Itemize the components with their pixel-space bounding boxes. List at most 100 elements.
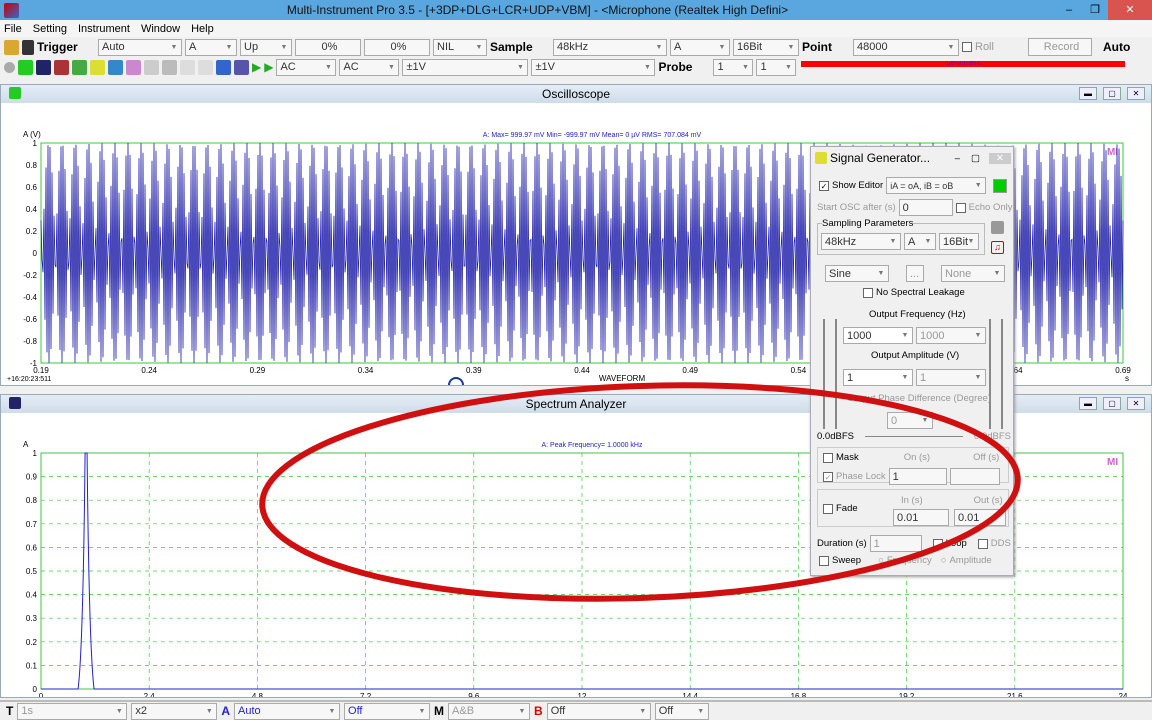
echo-only-checkbox[interactable] [955,202,966,213]
roll-checkbox[interactable] [962,42,972,52]
freq-b-select[interactable]: 1000 ▼ [916,327,986,344]
auto-button[interactable]: Auto [1103,40,1130,54]
play-loop-icon[interactable]: ▶ [264,60,273,74]
trigger-edge-select[interactable]: Up ▼ [240,38,292,56]
record-dot-icon[interactable] [4,61,15,73]
a-off-select[interactable]: Off ▼ [344,702,431,720]
amp-a-select[interactable]: 1 ▼ [843,369,913,386]
sweep-icon[interactable] [126,59,141,75]
trigger-mode-select[interactable]: Auto ▼ [98,38,182,56]
maximize-button[interactable]: ▢ [1103,397,1121,410]
fade-checkbox[interactable] [823,503,833,514]
sample-channel-select[interactable]: A ▼ [670,38,730,56]
close-button[interactable]: ✕ [1127,397,1145,410]
right-level-slider-b[interactable] [1001,319,1003,429]
mask-on-input[interactable]: 1 [888,468,947,485]
ground-a-icon[interactable] [180,59,195,75]
coupling-b-select[interactable]: AC ▼ [339,58,400,76]
menu-setting[interactable]: Setting [33,23,67,35]
bit-depth-select[interactable]: 16Bit ▼ [733,38,799,56]
probe-icon[interactable] [162,59,177,75]
minimize-button[interactable]: ▬ [1079,397,1097,410]
menu-help[interactable]: Help [191,23,214,35]
waveform-b-select[interactable]: None ▼ [941,265,1005,282]
show-editor-checkbox[interactable]: ✓ [819,180,829,191]
ground-b-icon[interactable] [198,59,213,75]
minimize-button[interactable]: – [1056,0,1082,20]
start-osc-input[interactable]: 0 [898,199,953,216]
trigger-channel-select[interactable]: A ▼ [185,38,237,56]
time-select[interactable]: 1s ▼ [17,702,128,720]
sweep-checkbox[interactable] [819,555,829,566]
amp-b-select[interactable]: 1 ▼ [916,369,986,386]
maximize-button[interactable]: ▢ [1103,87,1121,100]
menu-instrument[interactable]: Instrument [78,23,130,35]
balance-slider[interactable] [864,436,964,437]
minimize-button[interactable]: ▬ [1079,87,1097,100]
signal-generator-icon[interactable] [90,59,105,75]
dds-checkbox[interactable] [977,538,988,549]
trigger-delay-spinner[interactable]: 0% [364,38,430,56]
range-a-select[interactable]: ±1V ▼ [402,58,529,76]
sample-rate-select[interactable]: 48kHz ▼ [553,38,667,56]
record-button[interactable]: Record [1028,38,1092,56]
a-mode-select[interactable]: Auto ▼ [234,702,341,720]
oscilloscope-icon[interactable] [18,59,33,75]
y-tick-label: -0.2 [23,271,37,280]
b-mode-select[interactable]: Off ▼ [546,702,651,720]
trigger-level-spinner[interactable]: 0% [295,38,361,56]
no-leakage-checkbox[interactable] [863,287,873,298]
b-off-select[interactable]: Off ▼ [654,702,709,720]
frequency-radio[interactable]: ○ [878,555,884,566]
speaker-icon[interactable] [234,59,249,75]
waveform-more-button[interactable]: ... [906,265,924,282]
close-button[interactable]: ✕ [989,152,1011,164]
fade-out-value: 0.01 [958,511,980,524]
save-icon[interactable] [22,39,34,55]
menu-window[interactable]: Window [141,23,180,35]
m-select[interactable]: A&B ▼ [448,702,531,720]
coupling-a-select[interactable]: AC ▼ [276,58,337,76]
close-button[interactable]: ✕ [1127,87,1145,100]
sg-channel-select[interactable]: A ▼ [904,233,936,250]
nil-select[interactable]: NIL ▼ [433,38,487,56]
spectrum-icon[interactable] [36,59,51,75]
mask-checkbox[interactable] [823,452,833,463]
close-button[interactable]: ✕ [1108,0,1152,20]
freq-a-select[interactable]: 1000 ▼ [843,327,913,344]
loop-checkbox[interactable] [932,538,943,549]
menu-file[interactable]: File [4,23,22,35]
waveform-select[interactable]: Sine ▼ [825,265,889,282]
left-level-slider-b[interactable] [835,319,837,429]
multimeter-icon[interactable] [54,59,69,75]
right-level-slider[interactable] [989,319,991,429]
left-level-slider[interactable] [823,319,825,429]
phase-lock-checkbox[interactable]: ✓ [823,471,833,482]
editor-expr-select[interactable]: iA = oA, iB = oB ▼ [886,177,987,194]
play-icon[interactable]: ▶ [252,60,261,74]
amplitude-radio[interactable]: ○ [941,555,947,566]
calibrate-icon[interactable] [216,59,231,75]
probe-b-select[interactable]: 1 ▼ [756,58,797,76]
maximize-button[interactable]: ❐ [1082,0,1108,20]
probe-a-select[interactable]: 1 ▼ [713,58,754,76]
range-b-select[interactable]: ±1V ▼ [531,58,656,76]
music-icon[interactable]: ♫ [991,241,1004,254]
lcr-icon[interactable] [144,59,159,75]
fade-out-input[interactable]: 0.01 [954,509,1006,526]
sg-rate-select[interactable]: 48kHz ▼ [821,233,901,250]
editor-status-indicator[interactable] [993,178,1008,193]
dds-icon[interactable] [72,59,87,75]
open-folder-icon[interactable] [4,39,19,55]
mask-off-input[interactable] [949,468,1000,485]
dso-icon[interactable] [108,59,123,75]
points-select[interactable]: 48000 ▼ [853,38,959,56]
phase-select[interactable]: 0 ▼ [887,412,933,429]
fade-in-input[interactable]: 0.01 [893,509,949,526]
minimize-button[interactable]: – [955,153,960,164]
zoom-select[interactable]: x2 ▼ [131,702,218,720]
duration-input[interactable]: 1 [869,535,922,552]
maximize-button[interactable]: ▢ [971,153,980,164]
save-icon[interactable] [991,221,1004,234]
sg-bits-select[interactable]: 16Bit ▼ [939,233,979,250]
